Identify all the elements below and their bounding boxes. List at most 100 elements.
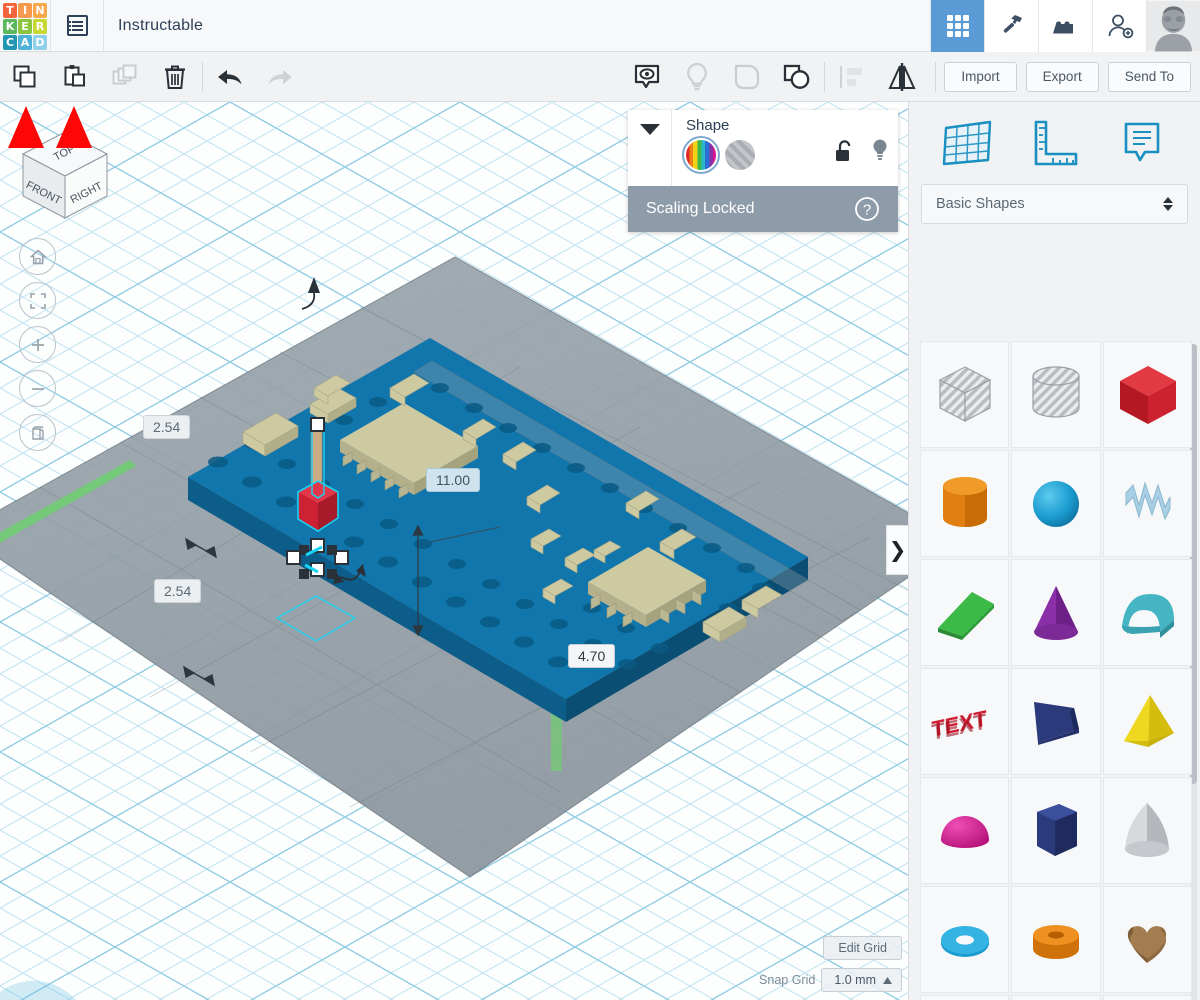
undo-button[interactable] <box>205 52 255 101</box>
gallery-grid-button[interactable] <box>930 0 984 52</box>
annotation-arrow-right <box>56 106 92 222</box>
dimension-label-y[interactable]: 2.54 <box>154 579 202 603</box>
shape-sphere-blue[interactable] <box>1011 450 1101 557</box>
zoom-out-button[interactable] <box>19 370 56 407</box>
home-view-button[interactable] <box>19 238 56 275</box>
svg-text:TEXT: TEXT <box>930 708 987 745</box>
3d-workspace-canvas[interactable]: TOP FRONT RIGHT 2.54 2.54 11.00 4.70 ❯ E… <box>0 102 908 1000</box>
shape-polyhedron-red[interactable] <box>1102 995 1192 1000</box>
export-button[interactable]: Export <box>1025 61 1099 92</box>
shape-heart-brown[interactable] <box>1102 886 1192 993</box>
duplicate-icon <box>112 64 137 84</box>
header-actions <box>930 0 1200 52</box>
shape-roof-teal[interactable] <box>1102 559 1192 666</box>
tinkercad-logo[interactable]: T I N K E R C A D <box>0 1 50 51</box>
app-header: T I N K E R C A D Instructable <box>0 0 1200 52</box>
logo-tile: T <box>3 2 17 18</box>
shape-cylinder-orange[interactable] <box>920 450 1010 557</box>
workplane-grid-icon <box>942 120 992 166</box>
note-icon <box>1124 122 1160 162</box>
tab-workplane[interactable] <box>936 112 998 174</box>
shape-library-select[interactable]: Basic Shapes <box>921 184 1188 224</box>
shape-thumb <box>1036 803 1077 856</box>
avatar-icon <box>1147 0 1200 52</box>
fit-frame-icon <box>29 292 46 309</box>
shape-cone-purple[interactable] <box>1011 559 1101 666</box>
shape-hexprism-navy[interactable] <box>1011 777 1101 884</box>
snap-grid-label: Snap Grid <box>759 973 816 987</box>
shape-thumb <box>1033 701 1079 745</box>
shape-tube-orange[interactable] <box>1011 886 1101 993</box>
shape-wedge-navy[interactable] <box>1011 668 1101 775</box>
trash-icon <box>165 65 185 89</box>
dimension-label-height[interactable]: 11.00 <box>426 468 480 492</box>
unlocked-padlock-icon[interactable] <box>834 139 854 163</box>
svg-text:?: ? <box>863 202 871 219</box>
shape-pyramid-yellow[interactable] <box>1102 668 1192 775</box>
question-mark-icon[interactable]: ? <box>854 196 880 222</box>
account-avatar[interactable] <box>1146 0 1200 52</box>
notes-button[interactable] <box>622 52 672 101</box>
paste-button[interactable] <box>50 52 100 101</box>
shape-thumb <box>1032 924 1079 959</box>
shape-torus-blue[interactable] <box>920 886 1010 993</box>
blocks-button[interactable] <box>1038 0 1092 52</box>
tab-ruler[interactable] <box>1023 112 1085 174</box>
logo-tile: R <box>33 18 47 34</box>
hole-hatched-swatch[interactable] <box>725 140 755 170</box>
grid-controls: Edit Grid Snap Grid 1.0 mm <box>759 936 902 992</box>
copy-button[interactable] <box>0 52 50 101</box>
shape-panel-body: Shape <box>672 110 898 186</box>
shape-thumb <box>1033 585 1078 640</box>
shape-thumb <box>942 476 987 527</box>
send-to-button[interactable]: Send To <box>1107 61 1191 92</box>
project-menu-button[interactable] <box>51 0 103 52</box>
shape-library-value: Basic Shapes <box>936 196 1025 212</box>
shape-box-hole[interactable] <box>920 341 1010 448</box>
rainbow-color-swatch[interactable] <box>682 136 720 174</box>
shape-swatches <box>682 136 887 174</box>
snap-grid-select[interactable]: 1.0 mm <box>821 968 902 992</box>
dimension-label-x[interactable]: 2.54 <box>143 415 191 439</box>
shape-cylinder-hole[interactable] <box>1011 341 1101 448</box>
edit-grid-button[interactable]: Edit Grid <box>823 936 902 960</box>
panel-collapse-toggle[interactable]: ❯ <box>886 525 908 575</box>
mirror-button[interactable] <box>877 52 927 101</box>
import-button[interactable]: Import <box>944 61 1017 92</box>
shapes-grid: TEXT TEXT <box>909 340 1200 1000</box>
logo-tile: I <box>18 2 32 18</box>
logo-tile: D <box>33 34 47 50</box>
add-user-icon <box>1108 14 1133 38</box>
document-title[interactable]: Instructable <box>118 17 203 35</box>
invite-user-button[interactable] <box>1092 0 1146 52</box>
list-menu-icon <box>66 15 88 36</box>
shape-text-red[interactable]: TEXT TEXT <box>920 668 1010 775</box>
shape-halfsphere-pink[interactable] <box>920 777 1010 884</box>
align-icon <box>840 65 863 88</box>
shape-thumb <box>1120 365 1177 424</box>
grid-icon <box>946 14 969 37</box>
shape-star-teal[interactable] <box>920 995 1010 1000</box>
shape-star-yellow[interactable] <box>1011 995 1101 1000</box>
delete-button[interactable] <box>150 52 200 101</box>
toolbar-separator <box>935 61 937 92</box>
logo-tile: K <box>3 18 17 34</box>
shape-scribble[interactable] <box>1102 450 1192 557</box>
lightbulb-icon[interactable] <box>870 138 890 164</box>
dimension-label-z[interactable]: 4.70 <box>568 644 616 668</box>
main-toolbar: Import Export Send To <box>0 52 1200 102</box>
shape-wedge-green[interactable] <box>920 559 1010 666</box>
shape-panel-collapse-button[interactable] <box>628 110 672 186</box>
tab-note[interactable] <box>1111 112 1173 174</box>
ungroup-button[interactable] <box>772 52 822 101</box>
shape-panel-title: Shape <box>686 117 730 134</box>
fit-to-view-button[interactable] <box>19 282 56 319</box>
shape-thumb <box>1128 925 1167 963</box>
perspective-toggle-button[interactable] <box>19 414 56 451</box>
codeblocks-button[interactable] <box>984 0 1038 52</box>
zoom-in-button[interactable] <box>19 326 56 363</box>
shape-box-red[interactable] <box>1102 341 1192 448</box>
paste-icon <box>64 64 85 86</box>
shape-paraboloid-gray[interactable] <box>1102 777 1192 884</box>
logo-tile: N <box>33 2 47 18</box>
